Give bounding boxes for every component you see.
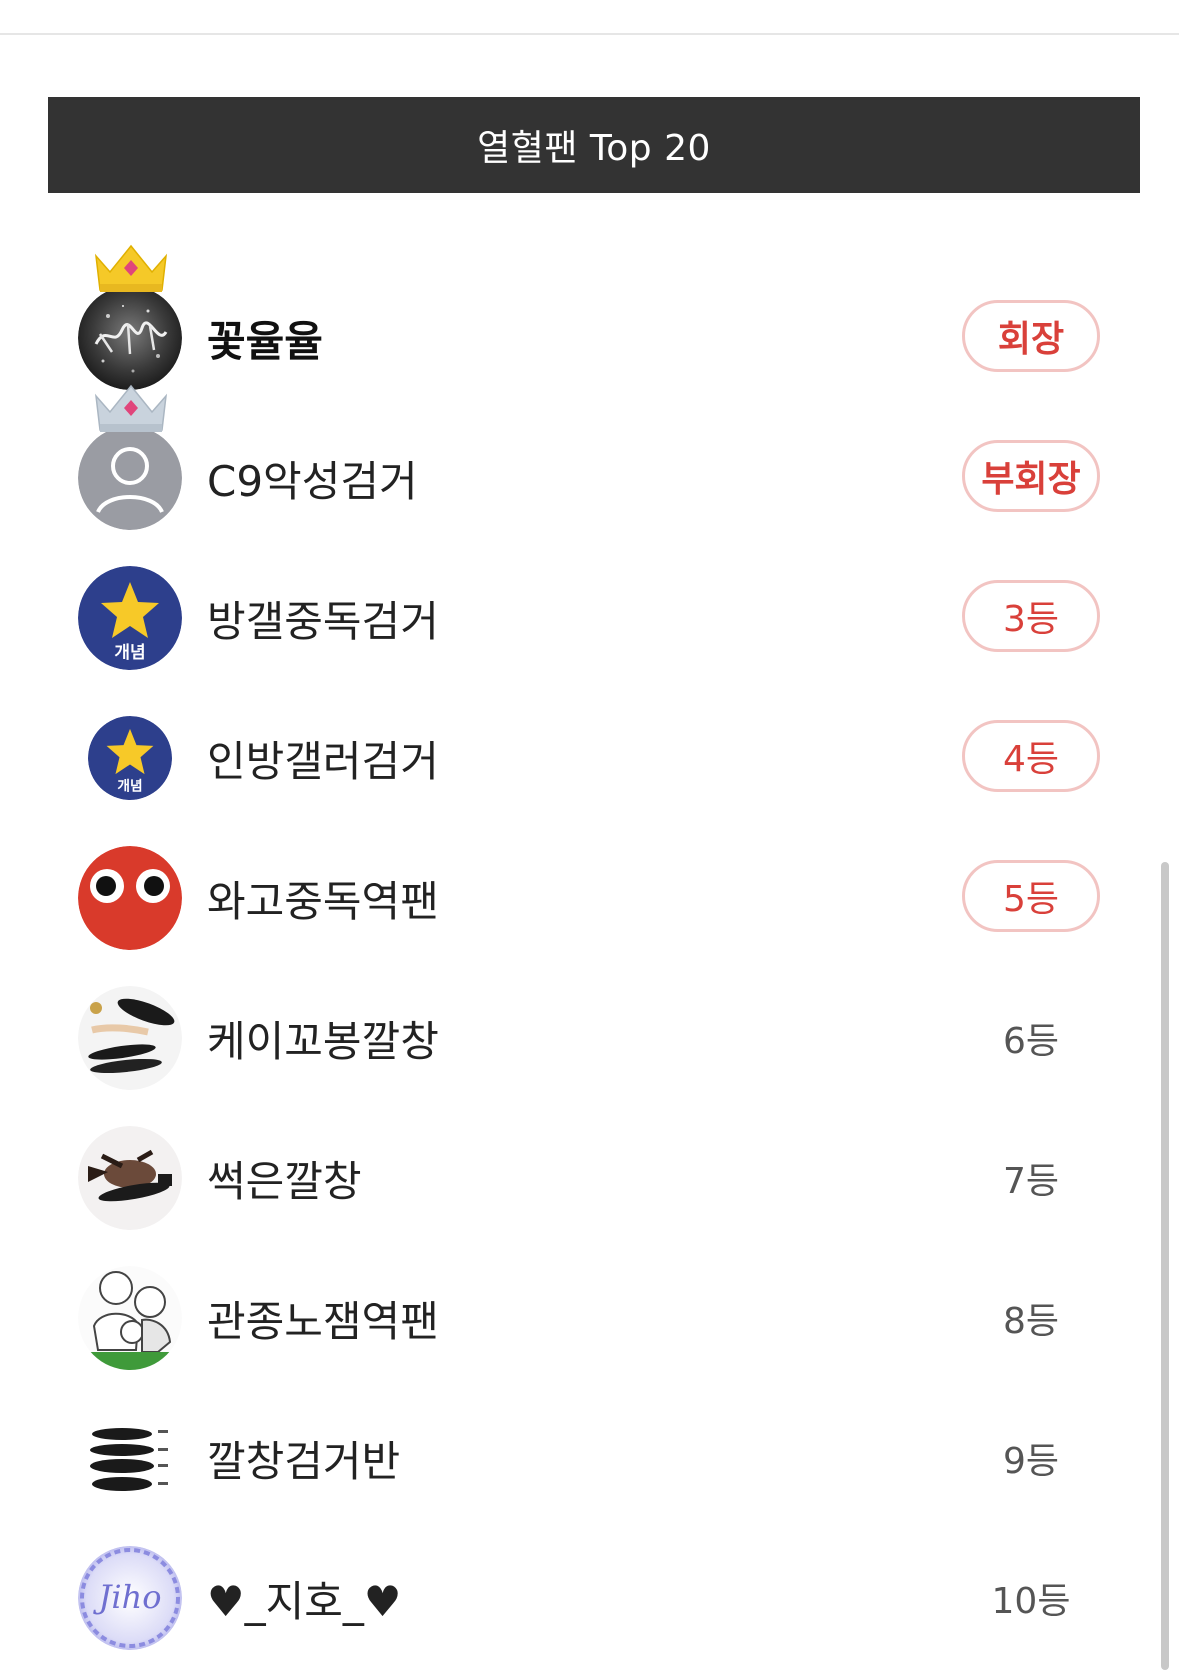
svg-text:개념: 개념 xyxy=(114,642,145,663)
silver-crown-icon xyxy=(94,384,168,432)
fan-name: 인방갤러검거 xyxy=(207,736,439,786)
gold-crown-icon xyxy=(94,244,168,292)
svg-text:Jiho: Jiho xyxy=(93,1578,162,1616)
rank-label: 7등 xyxy=(1002,1161,1060,1202)
rank-label: 8등 xyxy=(1002,1301,1060,1342)
top-fans-header: 열혈팬 Top 20 xyxy=(48,97,1140,193)
rank-label: 10등 xyxy=(991,1581,1071,1622)
fan-row-3[interactable]: 개념 방갤중독검거 3등 xyxy=(0,548,1179,688)
jiho-script-avatar: Jiho xyxy=(78,1546,182,1650)
fan-name: 케이꼬봉깔창 xyxy=(207,1016,439,1066)
svg-text:개념: 개념 xyxy=(117,778,142,794)
top-divider xyxy=(0,33,1179,35)
fan-name: 썩은깔창 xyxy=(207,1156,362,1206)
fan-name: ♥_지호_♥ xyxy=(207,1576,402,1626)
fan-name: 방갤중독검거 xyxy=(207,596,439,646)
fan-row-7[interactable]: 썩은깔창 7등 xyxy=(0,1108,1179,1248)
fan-name: 깔창검거반 xyxy=(207,1436,401,1486)
red-eyes-avatar xyxy=(78,846,182,950)
header-title: 열혈팬 Top 20 xyxy=(477,128,711,169)
fan-row-9[interactable]: 깔창검거반 9등 xyxy=(0,1388,1179,1528)
sketch-people-avatar xyxy=(78,1266,182,1370)
rank-badge: 5등 xyxy=(962,860,1100,932)
fan-avatar xyxy=(78,286,182,390)
fan-name: 와고중독역팬 xyxy=(207,876,439,926)
fan-row-4[interactable]: 개념 인방갤러검거 4등 xyxy=(0,688,1179,828)
shoe-fish-photo-avatar xyxy=(78,1126,182,1230)
fan-row-1[interactable]: 꽃율율 회장 xyxy=(0,244,1179,408)
star-concept-avatar: 개념 xyxy=(88,716,172,800)
fan-name: C9악성검거 xyxy=(207,456,418,506)
fan-row-2[interactable]: C9악성검거 부회장 xyxy=(0,384,1179,548)
fan-name: 관종노잼역팬 xyxy=(207,1296,439,1346)
rank-badge: 4등 xyxy=(962,720,1100,792)
fan-row-10[interactable]: Jiho ♥_지호_♥ 10등 xyxy=(0,1528,1179,1668)
rank-label: 9등 xyxy=(1002,1441,1060,1482)
fan-row-6[interactable]: 케이꼬봉깔창 6등 xyxy=(0,968,1179,1108)
rank-badge: 3등 xyxy=(962,580,1100,652)
fan-name: 꽃율율 xyxy=(207,316,323,366)
star-concept-avatar: 개념 xyxy=(78,566,182,670)
default-user-avatar xyxy=(78,426,182,530)
insole-stack-avatar xyxy=(78,1406,182,1510)
rank-badge: 부회장 xyxy=(962,440,1100,512)
fan-row-5[interactable]: 와고중독역팬 5등 xyxy=(0,828,1179,968)
rank-badge: 회장 xyxy=(962,300,1100,372)
rank-label: 6등 xyxy=(1002,1021,1060,1062)
vertical-scrollbar[interactable] xyxy=(1161,862,1169,1670)
fan-row-8[interactable]: 관종노잼역팬 8등 xyxy=(0,1248,1179,1388)
insole-photo-avatar xyxy=(78,986,182,1090)
